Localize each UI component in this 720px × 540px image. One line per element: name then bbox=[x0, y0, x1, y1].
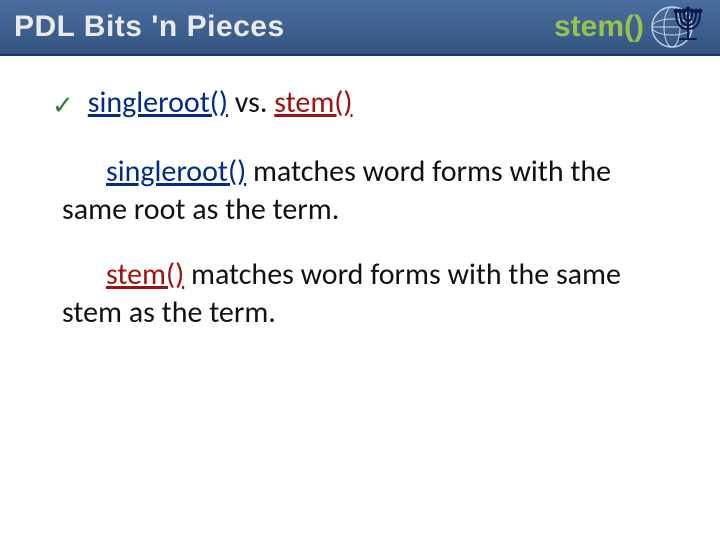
slide-header: PDL Bits 'n Pieces stem() bbox=[0, 0, 720, 56]
paragraph-stem: stem() matches word forms with the same … bbox=[62, 256, 676, 331]
check-icon: ✓ bbox=[52, 92, 74, 118]
func-singleroot-inline: singleroot() bbox=[106, 153, 246, 190]
func-stem-inline: stem() bbox=[106, 256, 184, 293]
bullet-heading: ✓ singleroot() vs. stem() bbox=[52, 84, 676, 121]
func-singleroot: singleroot() bbox=[88, 84, 228, 121]
vs-text: vs. bbox=[228, 84, 274, 121]
paragraph-singleroot: singleroot() matches word forms with the… bbox=[62, 153, 676, 228]
slide-body: ✓ singleroot() vs. stem() singleroot() m… bbox=[0, 56, 720, 331]
globe-menorah-icon bbox=[650, 5, 706, 49]
header-title: PDL Bits 'n Pieces bbox=[14, 10, 285, 44]
func-stem: stem() bbox=[274, 84, 352, 121]
bullet-text: singleroot() vs. stem() bbox=[88, 84, 353, 121]
header-func-label: stem() bbox=[554, 10, 644, 44]
slide: PDL Bits 'n Pieces stem() bbox=[0, 0, 720, 540]
header-right: stem() bbox=[554, 5, 706, 49]
